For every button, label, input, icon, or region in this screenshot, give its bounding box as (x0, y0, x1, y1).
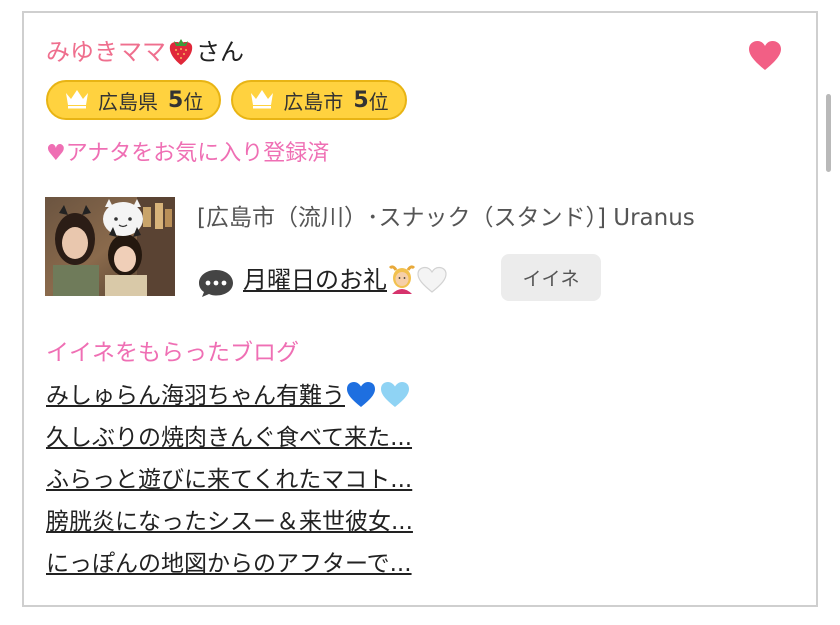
rank-number: 5 (168, 87, 184, 113)
heart-icon (749, 41, 781, 70)
rank-area: 広島県 (98, 89, 158, 114)
speech-bubble-icon (197, 267, 235, 299)
shop-info[interactable]: [広島市（流川）･スナック（スタンド）] Uranus (197, 201, 695, 235)
rank-area: 広島市 (283, 89, 344, 114)
favorite-status: ♥アナタをお気に入り登録済 (46, 141, 330, 166)
rank-suffix: 位 (368, 89, 389, 114)
rank-badges: 広島県 5位 広島市 5位 (46, 80, 407, 120)
crown-icon (249, 87, 275, 114)
latest-post-title: 月曜日のお礼 (243, 266, 387, 294)
list-item: ふらっと遊びに来てくれたマコト... (46, 462, 413, 504)
blog-link[interactable]: にっぽんの地図からのアフターで... (46, 551, 412, 577)
profile-name[interactable]: みゆきママ (46, 38, 166, 66)
rank-badge-prefecture[interactable]: 広島県 5位 (46, 80, 222, 120)
profile-name-row: みゆきママ さん (46, 34, 244, 76)
blog-link[interactable]: みしゅらん海羽ちゃん有難う (46, 382, 411, 409)
person-gesturing-ok-icon (387, 264, 417, 304)
favorite-heart-button[interactable] (748, 40, 782, 72)
liked-blogs-list: みしゅらん海羽ちゃん有難う 久しぶりの焼肉きんぐ食べて来た... ふらっと遊びに… (46, 378, 413, 588)
rank-suffix: 位 (183, 89, 204, 114)
list-item: みしゅらん海羽ちゃん有難う (46, 378, 413, 420)
list-item: 膀胱炎になったシスー＆来世彼女... (46, 504, 413, 546)
latest-post-link[interactable]: 月曜日のお礼 (243, 262, 447, 304)
rank-number: 5 (353, 87, 369, 113)
crown-icon (64, 87, 90, 114)
latest-post-row: 月曜日のお礼 (197, 262, 447, 304)
scrollbar[interactable] (826, 94, 831, 172)
rank-badge-city[interactable]: 広島市 5位 (231, 80, 407, 120)
white-heart-icon (417, 266, 447, 304)
blog-title: みしゅらん海羽ちゃん有難う (46, 383, 345, 409)
blog-link[interactable]: ふらっと遊びに来てくれたマコト... (46, 467, 412, 493)
strawberry-icon (168, 36, 194, 76)
list-item: にっぽんの地図からのアフターで... (46, 546, 413, 588)
post-thumbnail[interactable] (45, 197, 175, 296)
profile-honorific: さん (196, 38, 244, 66)
like-button[interactable]: イイネ (501, 254, 601, 301)
liked-blogs-heading: イイネをもらったブログ (46, 340, 299, 366)
list-item: 久しぶりの焼肉きんぐ食べて来た... (46, 420, 413, 462)
blog-link[interactable]: 膀胱炎になったシスー＆来世彼女... (46, 509, 413, 535)
blue-hearts-icon (345, 379, 411, 420)
blog-link[interactable]: 久しぶりの焼肉きんぐ食べて来た... (46, 425, 412, 451)
